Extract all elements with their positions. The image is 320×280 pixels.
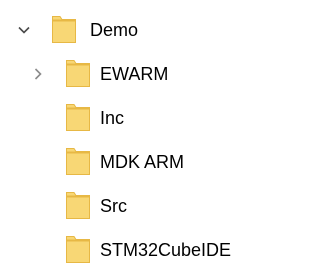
chevron-right-icon[interactable] xyxy=(31,67,45,81)
folder-icon xyxy=(52,16,76,43)
tree-item-label: Src xyxy=(100,196,127,216)
tree-item-mdk-arm[interactable]: MDK ARM xyxy=(0,142,271,182)
tree-item-stm32cubeide[interactable]: STM32CubeIDE xyxy=(0,230,271,270)
tree-item-label: Inc xyxy=(100,108,125,128)
tree-item-label: EWARM xyxy=(100,64,169,84)
tree-item-src[interactable]: Src xyxy=(0,186,271,226)
folder-icon xyxy=(66,104,90,131)
folder-icon xyxy=(66,236,90,263)
tree-item-label: MDK ARM xyxy=(100,152,185,172)
tree-item-label: STM32CubeIDE xyxy=(100,240,232,260)
tree-item-ewarm[interactable]: EWARM xyxy=(0,54,271,94)
chevron-down-icon[interactable] xyxy=(17,23,31,37)
tree-item-label: Demo xyxy=(90,20,139,40)
folder-icon xyxy=(66,60,90,87)
folder-icon xyxy=(66,148,90,175)
tree-item-demo[interactable]: Demo xyxy=(0,10,271,50)
folder-icon xyxy=(66,192,90,219)
folder-tree: Demo EWARM Inc MDK ARM Src STM32CubeIDE xyxy=(0,0,271,280)
tree-item-inc[interactable]: Inc xyxy=(0,98,271,138)
